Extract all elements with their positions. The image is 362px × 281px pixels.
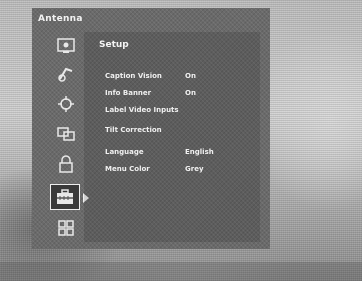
setting-row-menu-color[interactable]: Menu Color Grey — [105, 162, 255, 176]
panel-title: Setup — [99, 40, 129, 50]
setting-label: Language — [105, 148, 144, 156]
setup-panel — [84, 32, 260, 242]
channel-scan-icon[interactable] — [52, 92, 80, 116]
grid-icon[interactable] — [52, 216, 80, 240]
setting-row-caption-vision[interactable]: Caption Vision On — [105, 69, 255, 83]
setting-row-info-banner[interactable]: Info Banner On — [105, 86, 255, 100]
setting-row-language[interactable]: Language English — [105, 145, 255, 159]
bottom-strip — [0, 262, 362, 281]
setting-label: Label Video Inputs — [105, 106, 179, 114]
setting-value: Grey — [185, 165, 204, 173]
source-title: Antenna — [38, 14, 83, 24]
setting-label: Info Banner — [105, 89, 152, 97]
tv-screen-background: Antenna Setup Caption Vision On Info Ban… — [0, 0, 362, 281]
setup-toolbox-icon[interactable] — [50, 184, 89, 210]
setting-value: On — [185, 72, 196, 80]
setting-row-tilt-correction[interactable]: Tilt Correction — [105, 123, 255, 137]
setting-label: Menu Color — [105, 165, 150, 173]
setting-label: Tilt Correction — [105, 126, 162, 134]
setting-value: English — [185, 148, 214, 156]
setting-row-label-video-inputs[interactable]: Label Video Inputs — [105, 103, 255, 117]
sound-icon[interactable] — [52, 62, 80, 86]
tv-screen-icon[interactable] — [52, 34, 80, 58]
setting-label: Caption Vision — [105, 72, 162, 80]
parental-lock-icon[interactable] — [52, 152, 80, 176]
menu-icon-rail — [48, 32, 89, 250]
picture-adjust-icon[interactable] — [52, 122, 80, 146]
setting-value: On — [185, 89, 196, 97]
